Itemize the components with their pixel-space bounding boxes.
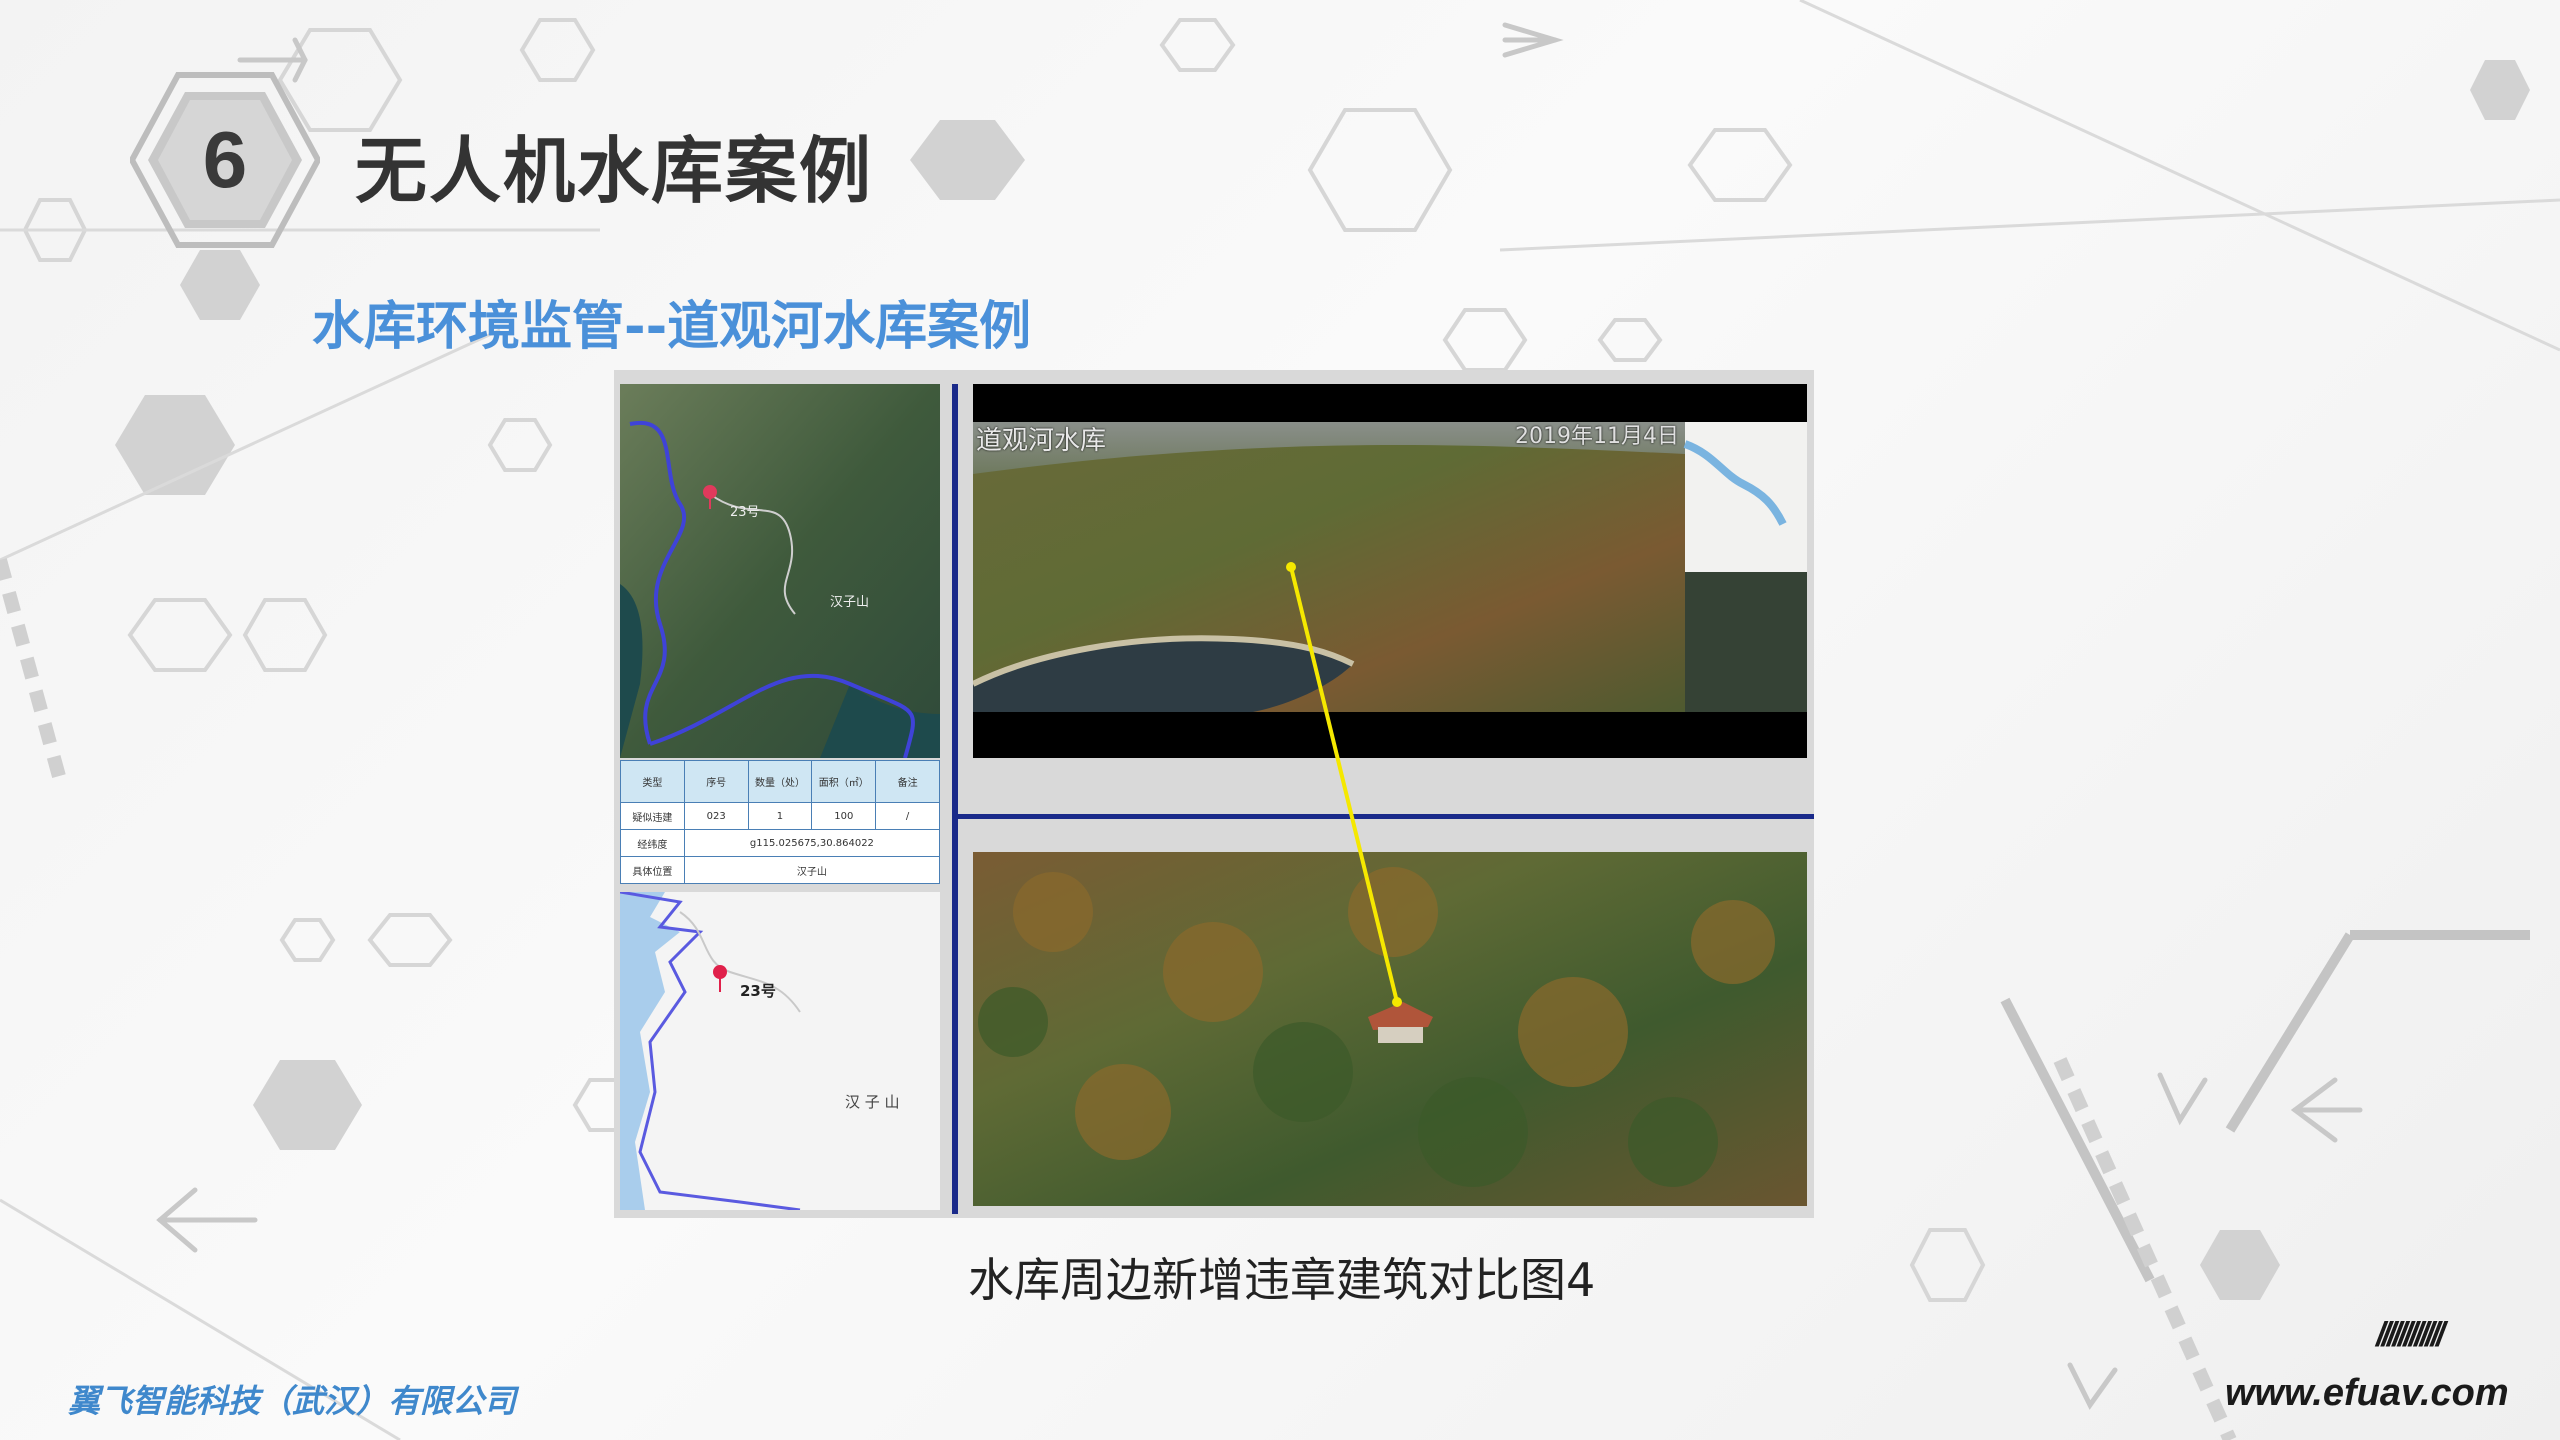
- table-cell: g115.025675,30.864022: [683, 829, 941, 858]
- horizontal-divider: [958, 814, 1814, 819]
- table-row: 具体位置 汉子山: [620, 856, 941, 884]
- table-cell: 100: [811, 802, 877, 831]
- table-header-cell: 数量（处）: [747, 759, 813, 804]
- info-table: 类型 序号 数量（处） 面积（㎡） 备注 疑似违建 023 1 100 / 经纬…: [620, 759, 941, 884]
- table-cell: 1: [747, 802, 813, 831]
- table-row: 经纬度 g115.025675,30.864022: [620, 829, 941, 858]
- vector-map: 23号 汉 子 山: [620, 892, 940, 1210]
- website-link[interactable]: www.efuav.com: [2225, 1372, 2509, 1415]
- photo-top-overlay-left: 道观河水库: [973, 384, 1053, 388]
- table-header-cell: 序号: [683, 759, 749, 804]
- table-header-cell: 面积（㎡）: [811, 759, 877, 804]
- table-cell: 汉子山: [683, 856, 941, 884]
- table-cell: /: [875, 802, 940, 831]
- vertical-divider: [952, 384, 958, 1214]
- table-cell: 疑似违建: [620, 802, 685, 831]
- table-header-row: 类型 序号 数量（处） 面积（㎡） 备注: [620, 759, 940, 804]
- decorative-slashes: ////////////: [2376, 1316, 2445, 1354]
- map-bottom-marker-label: 23号: [740, 982, 776, 1000]
- table-header-cell: 类型: [620, 759, 685, 804]
- company-name: 翼飞智能科技（武汉）有限公司: [68, 1382, 517, 1420]
- satellite-map: 23号 汉子山: [620, 384, 940, 758]
- map-top-place-label: 汉子山: [830, 595, 869, 610]
- table-cell: 经纬度: [620, 829, 685, 858]
- figure-caption: 水库周边新增违章建筑对比图4: [968, 1253, 1596, 1307]
- map-bottom-place-label: 汉 子 山: [845, 1093, 900, 1111]
- page-subtitle: 水库环境监管--道观河水库案例: [312, 297, 1032, 357]
- table-cell: 023: [683, 802, 749, 831]
- table-header-cell: 备注: [875, 759, 940, 804]
- aerial-photo-new-building: [973, 852, 1807, 1206]
- section-number: 6: [202, 115, 248, 204]
- photo-top-date: 2019年11月4日: [1515, 424, 1679, 449]
- table-row: 疑似违建 023 1 100 /: [620, 802, 940, 831]
- map-top-marker-label: 23号: [730, 505, 760, 520]
- photo-top-location: 道观河水库: [976, 426, 1107, 456]
- table-cell: 具体位置: [620, 856, 685, 884]
- page-title: 无人机水库案例: [355, 129, 874, 213]
